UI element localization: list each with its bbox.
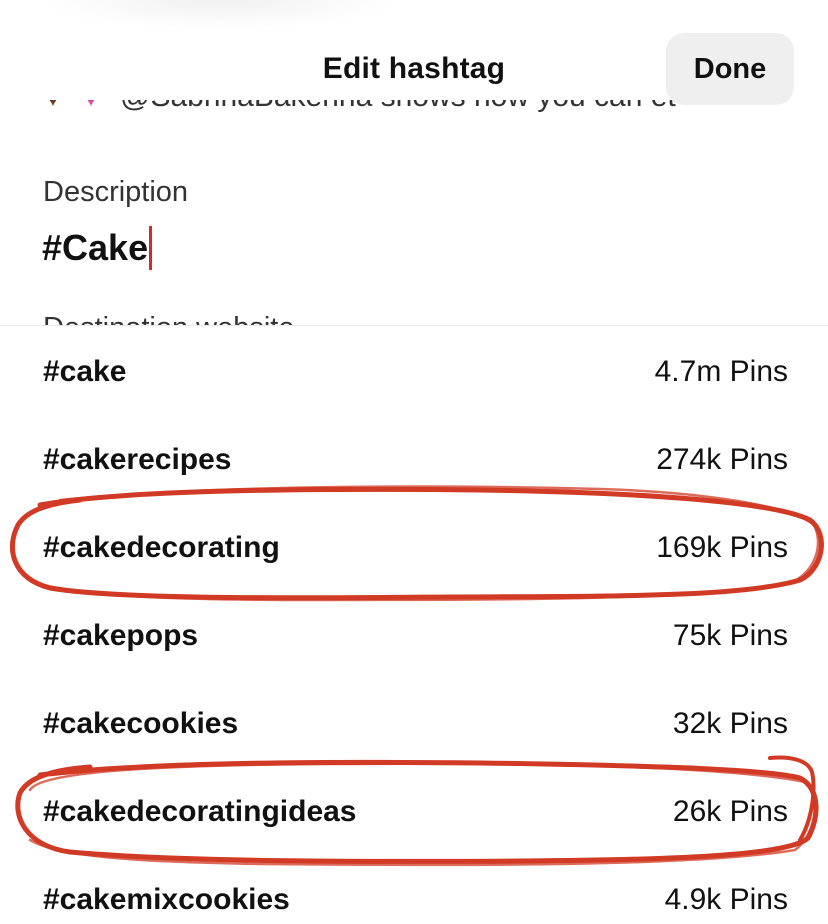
suggestion-row-cakedecorating[interactable]: #cakedecorating 169k Pins	[0, 504, 828, 592]
suggestion-tag: #cakerecipes	[43, 443, 232, 476]
pink-heart-icon: ♥	[82, 100, 108, 112]
suggestion-tag: #cakemixcookies	[43, 883, 290, 916]
text-caret	[149, 226, 153, 270]
suggestion-pin-count: 75k Pins	[672, 619, 788, 652]
suggestion-row-cakepops[interactable]: #cakepops 75k Pins	[0, 592, 828, 680]
brown-heart-icon: ♥	[44, 100, 70, 112]
destination-website-label: Destination website	[43, 312, 294, 325]
suggestion-tag: #cake	[43, 355, 127, 388]
suggestion-row-cakerecipes[interactable]: #cakerecipes 274k Pins	[0, 416, 828, 504]
description-value: #Cake	[42, 227, 149, 268]
done-button[interactable]: Done	[666, 33, 794, 105]
top-bar: Edit hashtag Done	[0, 0, 828, 105]
suggestion-pin-count: 26k Pins	[672, 795, 788, 828]
hashtag-suggestion-list: #cake 4.7m Pins #cakerecipes 274k Pins #…	[0, 325, 828, 924]
suggestion-tag: #cakepops	[43, 619, 199, 652]
previous-content-text: @SabrinaBakerina shows how you can et	[120, 100, 676, 114]
suggestion-pin-count: 32k Pins	[672, 707, 788, 740]
suggestion-tag: #cakecookies	[43, 707, 239, 740]
suggestion-row-cake[interactable]: #cake 4.7m Pins	[0, 328, 828, 416]
suggestion-pin-count: 4.7m Pins	[654, 355, 788, 388]
suggestion-tag: #cakedecoratingideas	[43, 795, 357, 828]
suggestion-tag: #cakedecorating	[43, 531, 280, 564]
suggestion-row-cakemixcookies[interactable]: #cakemixcookies 4.9k Pins	[0, 856, 828, 924]
suggestion-row-cakedecoratingideas[interactable]: #cakedecoratingideas 26k Pins	[0, 768, 828, 856]
description-label: Description	[43, 176, 189, 208]
header-shadow	[40, 0, 400, 30]
suggestion-pin-count: 169k Pins	[656, 531, 788, 564]
suggestion-pin-count: 4.9k Pins	[664, 883, 788, 916]
description-input[interactable]: #Cake	[42, 226, 153, 270]
suggestion-row-cakecookies[interactable]: #cakecookies 32k Pins	[0, 680, 828, 768]
destination-website-section: Destination website	[0, 300, 828, 325]
suggestion-pin-count: 274k Pins	[656, 443, 788, 476]
